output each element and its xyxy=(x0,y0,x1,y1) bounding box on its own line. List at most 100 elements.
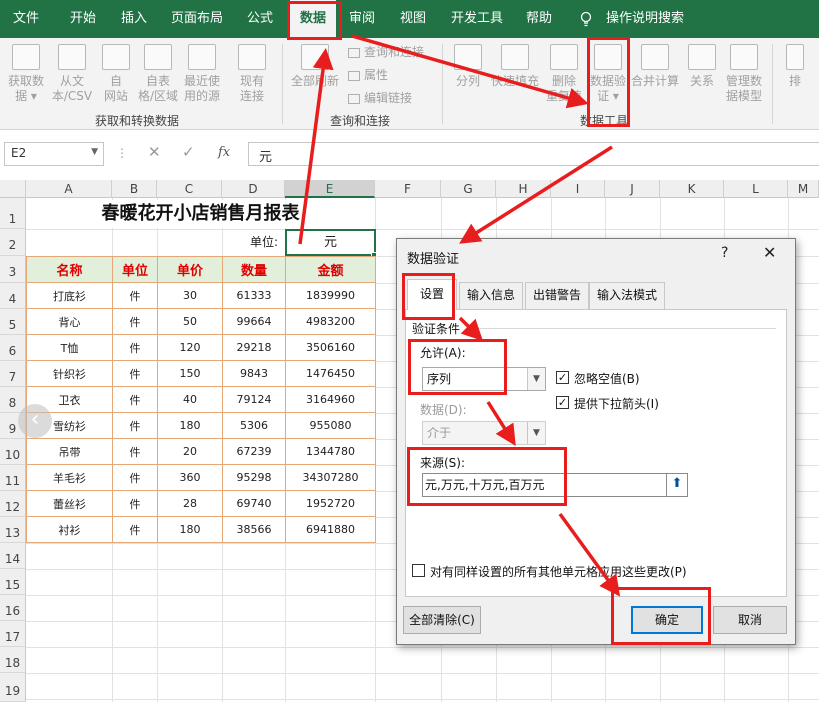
menu-data[interactable]: 数据 xyxy=(290,0,337,38)
text-to-columns-button[interactable]: 分列 xyxy=(448,44,488,89)
get-data-button[interactable]: 获取数 据 ▾ xyxy=(4,44,48,104)
menu-developer[interactable]: 开发工具 xyxy=(451,0,503,38)
table-cell[interactable]: 5306 xyxy=(222,412,286,439)
table-cell[interactable]: 衬衫 xyxy=(26,516,113,543)
row-header[interactable]: 7 xyxy=(0,361,26,387)
table-cell[interactable]: 1952720 xyxy=(285,490,376,517)
data-validation-button[interactable]: 数据验 证 ▾ xyxy=(586,44,630,104)
collapse-dialog-icon[interactable]: ⬆ xyxy=(666,473,688,497)
header-amount[interactable]: 金额 xyxy=(285,256,376,283)
menu-formulas[interactable]: 公式 xyxy=(247,0,273,38)
menu-view[interactable]: 视图 xyxy=(400,0,426,38)
tab-error-alert[interactable]: 出错警告 xyxy=(525,282,590,309)
menu-file[interactable]: 文件 xyxy=(13,0,39,38)
table-cell[interactable]: 件 xyxy=(112,516,158,543)
from-table-button[interactable]: 自表 格/区域 xyxy=(136,44,180,104)
row-header[interactable]: 5 xyxy=(0,309,26,335)
table-cell[interactable]: 9843 xyxy=(222,360,286,387)
table-cell[interactable]: 67239 xyxy=(222,438,286,465)
table-cell[interactable]: 150 xyxy=(157,360,223,387)
table-cell[interactable]: 针织衫 xyxy=(26,360,113,387)
from-web-button[interactable]: 自 网站 xyxy=(96,44,136,104)
table-cell[interactable]: 件 xyxy=(112,386,158,413)
from-text-csv-button[interactable]: 从文 本/CSV xyxy=(50,44,94,104)
table-cell[interactable]: 29218 xyxy=(222,334,286,361)
dropdown-arrow-checkbox[interactable]: ✓ xyxy=(556,396,569,409)
column-header[interactable]: A xyxy=(26,180,112,198)
refresh-all-button[interactable]: 全部刷新 xyxy=(290,44,340,89)
unit-label[interactable]: 单位: xyxy=(222,230,284,255)
table-cell[interactable]: 3164960 xyxy=(285,386,376,413)
apply-all-checkbox[interactable] xyxy=(412,564,425,577)
row-header[interactable]: 10 xyxy=(0,439,26,465)
menu-help[interactable]: 帮助 xyxy=(526,0,552,38)
header-price[interactable]: 单价 xyxy=(157,256,223,283)
tab-ime-mode[interactable]: 输入法模式 xyxy=(589,282,666,309)
header-unit[interactable]: 单位 xyxy=(112,256,158,283)
table-cell[interactable]: 69740 xyxy=(222,490,286,517)
column-header[interactable]: H xyxy=(496,180,551,198)
row-header[interactable]: 12 xyxy=(0,491,26,517)
column-header[interactable]: G xyxy=(441,180,496,198)
column-header[interactable]: F xyxy=(375,180,441,198)
table-cell[interactable]: 4983200 xyxy=(285,308,376,335)
table-cell[interactable]: 61333 xyxy=(222,282,286,309)
row-header[interactable]: 2 xyxy=(0,229,26,256)
column-header[interactable]: L xyxy=(724,180,788,198)
table-cell[interactable]: 打底衫 xyxy=(26,282,113,309)
table-cell[interactable]: 件 xyxy=(112,334,158,361)
table-cell[interactable]: 50 xyxy=(157,308,223,335)
table-cell[interactable]: 件 xyxy=(112,360,158,387)
row-header[interactable]: 4 xyxy=(0,283,26,309)
queries-connections-button[interactable]: 查询和连接 xyxy=(348,43,424,60)
help-icon[interactable]: ? xyxy=(721,245,728,261)
enter-icon[interactable]: ✓ xyxy=(182,143,195,161)
table-cell[interactable]: 38566 xyxy=(222,516,286,543)
table-cell[interactable]: 件 xyxy=(112,464,158,491)
table-cell[interactable]: 吊带 xyxy=(26,438,113,465)
clear-all-button[interactable]: 全部清除(C) xyxy=(403,606,481,634)
row-header[interactable]: 1 xyxy=(0,198,26,229)
table-cell[interactable]: 180 xyxy=(157,516,223,543)
row-header[interactable]: 15 xyxy=(0,569,26,595)
cancel-button[interactable]: 取消 xyxy=(713,606,787,634)
sheet-title[interactable]: 春暖花开小店销售月报表 xyxy=(26,200,375,228)
ok-button[interactable]: 确定 xyxy=(631,606,703,634)
row-header[interactable]: 6 xyxy=(0,335,26,361)
table-cell[interactable]: 28 xyxy=(157,490,223,517)
name-box[interactable]: E2 ▼ xyxy=(4,142,104,166)
menu-page-layout[interactable]: 页面布局 xyxy=(171,0,223,38)
table-cell[interactable]: 20 xyxy=(157,438,223,465)
consolidate-button[interactable]: 合并计算 xyxy=(630,44,680,89)
table-cell[interactable]: 羊毛衫 xyxy=(26,464,113,491)
column-header[interactable]: E xyxy=(285,180,375,198)
table-cell[interactable]: 背心 xyxy=(26,308,113,335)
table-cell[interactable]: 1839990 xyxy=(285,282,376,309)
column-header[interactable]: C xyxy=(157,180,222,198)
select-all-corner[interactable] xyxy=(0,180,26,198)
row-header[interactable]: 11 xyxy=(0,465,26,491)
chevron-down-icon[interactable]: ▼ xyxy=(527,368,545,390)
column-header[interactable]: D xyxy=(222,180,285,198)
table-cell[interactable]: 件 xyxy=(112,412,158,439)
close-icon[interactable]: ✕ xyxy=(763,243,776,262)
ignore-blank-checkbox[interactable]: ✓ xyxy=(556,371,569,384)
edit-links-button[interactable]: 编辑链接 xyxy=(348,89,412,106)
table-cell[interactable]: 360 xyxy=(157,464,223,491)
table-cell[interactable]: 件 xyxy=(112,490,158,517)
column-header[interactable]: I xyxy=(551,180,605,198)
chevron-down-icon[interactable]: ▼ xyxy=(91,147,98,157)
column-header[interactable]: B xyxy=(112,180,157,198)
column-header[interactable]: K xyxy=(660,180,724,198)
tab-input-message[interactable]: 输入信息 xyxy=(459,282,524,309)
table-cell[interactable]: 34307280 xyxy=(285,464,376,491)
table-cell[interactable]: 955080 xyxy=(285,412,376,439)
tab-settings[interactable]: 设置 xyxy=(407,279,457,310)
row-header[interactable]: 14 xyxy=(0,543,26,569)
recent-sources-button[interactable]: 最近使 用的源 xyxy=(180,44,224,104)
properties-button[interactable]: 属性 xyxy=(348,66,388,83)
table-cell[interactable]: 40 xyxy=(157,386,223,413)
table-cell[interactable]: 件 xyxy=(112,438,158,465)
column-header[interactable]: J xyxy=(605,180,660,198)
sort-button[interactable]: 排 xyxy=(780,44,810,89)
